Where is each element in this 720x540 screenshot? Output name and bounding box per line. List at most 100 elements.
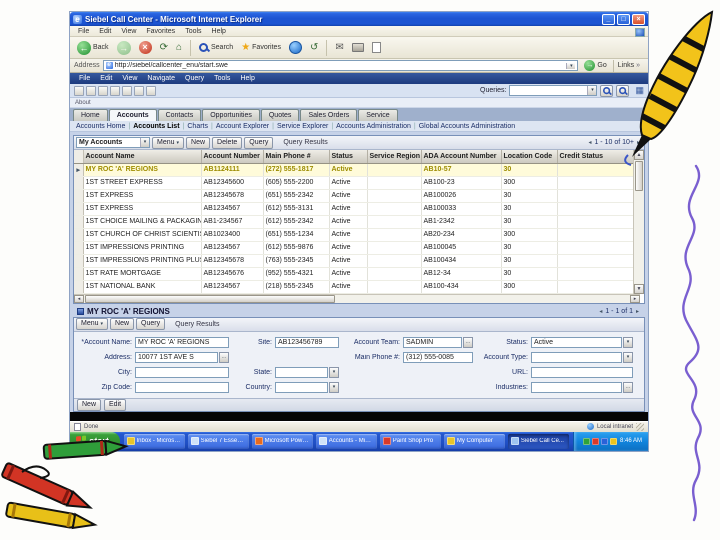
horizontal-scrollbar[interactable]: ◂ ▸ <box>74 293 640 303</box>
field-input-main-phone[interactable]: (312) 555-0085 <box>403 351 473 363</box>
subnav-global-accounts-administration[interactable]: Global Accounts Administration <box>419 123 516 130</box>
footer-new-button[interactable]: New <box>77 398 102 411</box>
siebel-toolbar-icon-7[interactable] <box>146 85 156 96</box>
siebel-toolbar-icon-4[interactable] <box>110 85 120 96</box>
scroll-right-icon[interactable]: ▸ <box>630 294 640 303</box>
form-new-button[interactable]: New <box>110 318 135 330</box>
account-row[interactable]: 1ST RATE MORTGAGE AB12345676 (952) 555-432… <box>74 267 640 281</box>
tray-icon-3[interactable] <box>600 437 608 445</box>
toolbar-back-button[interactable]: ← Back <box>74 40 112 55</box>
account-row[interactable]: 1ST CHOICE MAILING & PACKAGING AB1-234567… <box>74 215 640 229</box>
menu-tools[interactable]: Tools <box>180 28 206 35</box>
taskbar-button-accounts-micr[interactable]: Accounts - Micr... <box>315 433 377 449</box>
account-row[interactable]: 1ST NATIONAL BANK AB1234567 (218) 555-2345… <box>74 280 640 294</box>
dropdown-icon[interactable]: ▾ <box>329 366 339 378</box>
column-header-location-code[interactable]: Location Code <box>501 150 558 164</box>
subnav-charts[interactable]: Charts <box>187 123 208 130</box>
scroll-down-icon[interactable]: ▼ <box>634 283 644 294</box>
address-input[interactable]: e http://siebel/callcenter_enu/start.swe… <box>102 60 579 71</box>
account-row[interactable]: 1ST EXPRESS AB12345678 (651) 555-2342 Activ… <box>74 189 640 203</box>
list-new-button[interactable]: New <box>186 136 211 149</box>
dropdown-icon[interactable]: ▾ <box>623 351 633 363</box>
toolbar-history-button[interactable]: ↺ <box>307 41 321 55</box>
siebel-menu-edit[interactable]: Edit <box>95 75 117 82</box>
siebel-toolbar-icon-5[interactable] <box>122 85 132 96</box>
siebel-menu-query[interactable]: Query <box>180 75 209 82</box>
field-input-account-team[interactable]: SADMIN <box>403 336 462 348</box>
next-record-icon[interactable]: ▸ <box>636 308 639 315</box>
column-header-account-number[interactable]: Account Number <box>201 150 264 164</box>
queries-dropdown-icon[interactable]: ▾ <box>587 86 597 95</box>
form-menu-button[interactable]: Menu ▾ <box>76 318 109 330</box>
menu-favorites[interactable]: Favorites <box>141 28 180 35</box>
toolbar-edit-button[interactable] <box>369 42 384 53</box>
account-row[interactable]: ▸ MY ROC 'A' REGIONS AB1124111 (272) 555-18… <box>74 163 640 177</box>
field-input-status[interactable]: Active <box>531 336 622 348</box>
horizontal-scroll-thumb[interactable] <box>85 294 335 303</box>
column-header-service-region[interactable]: Service Region <box>367 150 422 164</box>
address-dropdown-icon[interactable]: ▾ <box>566 62 576 69</box>
subnav-accounts-administration[interactable]: Accounts Administration <box>336 123 411 130</box>
account-row[interactable]: 1ST IMPRESSIONS PRINTING PLUS AB12345678(… <box>74 254 640 268</box>
account-row[interactable]: 1ST CHURCH OF CHRIST SCIENTIST AB1023400(… <box>74 228 640 242</box>
tray-icon-4[interactable] <box>609 437 617 445</box>
toolbar-forward-button[interactable]: → <box>114 40 134 55</box>
column-header-account-name[interactable]: Account Name <box>83 150 202 164</box>
column-header-main-phone[interactable]: Main Phone # <box>263 150 330 164</box>
list-delete-button[interactable]: Delete <box>212 136 243 149</box>
thread-label[interactable]: About <box>75 100 91 106</box>
footer-edit-button[interactable]: Edit <box>104 398 127 411</box>
siebel-menu-tools[interactable]: Tools <box>209 75 235 82</box>
execute-query-button[interactable] <box>600 84 614 97</box>
subnav-service-explorer[interactable]: Service Explorer <box>277 123 328 130</box>
taskbar-button-my-computer[interactable]: My Computer <box>443 433 505 449</box>
scroll-left-icon[interactable]: ◂ <box>74 294 84 303</box>
field-input-state[interactable] <box>275 366 328 378</box>
toolbar-media-button[interactable] <box>286 41 305 54</box>
field-input-site[interactable]: AB123456789 <box>275 336 339 348</box>
tab-service[interactable]: Service <box>358 109 398 121</box>
visibility-dropdown[interactable]: My Accounts ▾ <box>76 137 150 148</box>
field-input-country[interactable] <box>275 381 328 393</box>
menu-view[interactable]: View <box>116 28 141 35</box>
subnav-accounts-list[interactable]: Accounts List <box>133 123 179 130</box>
pick-icon[interactable]: ... <box>463 336 473 348</box>
taskbar-button-paint-shop-pro[interactable]: Paint Shop Pro <box>379 433 441 449</box>
toolbar-home-button[interactable]: ⌂ <box>173 41 185 55</box>
field-input-address[interactable]: 10077 1ST AVE S <box>135 351 218 363</box>
field-input-industries[interactable] <box>531 381 622 393</box>
previous-record-icon[interactable]: ◂ <box>599 308 602 315</box>
siebel-menu-navigate[interactable]: Navigate <box>142 75 180 82</box>
tab-home[interactable]: Home <box>73 109 108 121</box>
siebel-menu-help[interactable]: Help <box>235 75 259 82</box>
account-row[interactable]: 1ST STREET EXPRESS AB12345600 (605) 555-22… <box>74 176 640 190</box>
form-query-button[interactable]: Query <box>136 318 166 330</box>
field-input-zip-code[interactable] <box>135 381 229 393</box>
account-row[interactable]: 1ST IMPRESSIONS PRINTING AB1234567 (612) 5… <box>74 241 640 255</box>
menu-file[interactable]: File <box>73 28 94 35</box>
tray-icon-2[interactable] <box>591 437 599 445</box>
previous-records-icon[interactable]: ◂ <box>588 139 591 146</box>
dropdown-icon[interactable]: ▾ <box>329 381 339 393</box>
siebel-toolbar-icon-2[interactable] <box>86 85 96 96</box>
dropdown-icon[interactable]: ▾ <box>623 336 633 348</box>
taskbar-button-siebel-call-ce[interactable]: Siebel Call Ce... <box>507 433 569 449</box>
column-header-status[interactable]: Status <box>329 150 368 164</box>
taskbar-button-microsoft-powe[interactable]: Microsoft Powe... <box>251 433 313 449</box>
pick-icon[interactable]: ... <box>219 351 229 363</box>
toolbar-print-button[interactable] <box>349 43 367 52</box>
tab-accounts[interactable]: Accounts <box>108 109 157 121</box>
siebel-toolbar-icon-3[interactable] <box>98 85 108 96</box>
siebel-toolbar-icon-6[interactable] <box>134 85 144 96</box>
siebel-toolbar-icon-1[interactable] <box>74 85 84 96</box>
horizontal-scroll-track[interactable] <box>336 295 630 303</box>
tab-sales-orders[interactable]: Sales Orders <box>300 109 358 121</box>
siebel-menu-file[interactable]: File <box>74 75 95 82</box>
toolbar-stop-button[interactable]: × <box>136 41 155 54</box>
subnav-accounts-home[interactable]: Accounts Home <box>76 123 125 130</box>
toolbar-search-button[interactable]: Search <box>196 42 236 53</box>
go-button[interactable]: → Go <box>581 60 609 71</box>
field-input-account-type[interactable] <box>531 351 622 363</box>
toolbar-refresh-button[interactable]: ⟳ <box>157 41 171 55</box>
menu-help[interactable]: Help <box>207 28 231 35</box>
